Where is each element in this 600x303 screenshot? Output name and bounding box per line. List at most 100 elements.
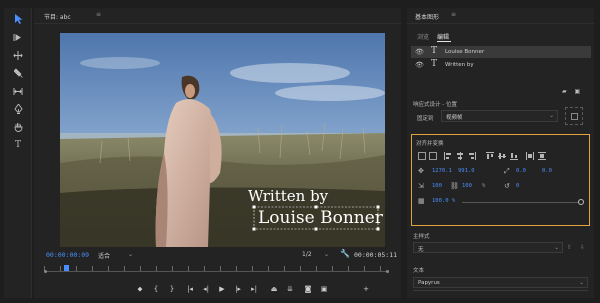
eye-visibility-icon[interactable]: 👁	[415, 48, 424, 56]
playhead[interactable]	[64, 265, 69, 271]
hand-tool-icon[interactable]	[10, 120, 26, 134]
pin-edges-center	[571, 113, 578, 120]
program-monitor: 节目: abc ≡ Written by Louise Bonner 00:00…	[34, 8, 401, 298]
selection-tool-icon[interactable]	[10, 12, 26, 26]
zoom-fit-select[interactable]: 适合	[98, 251, 110, 260]
position-y-value[interactable]: 991.0	[458, 168, 475, 174]
export-frame-icon[interactable]: ◙	[302, 283, 314, 295]
pen-tool-icon[interactable]	[10, 102, 26, 116]
align-middle-icon[interactable]	[498, 152, 506, 160]
tab-edit[interactable]: 编辑	[437, 32, 449, 41]
pin-to-select[interactable]: 视频帧 ⌄	[441, 110, 558, 122]
font-style-select[interactable]	[413, 290, 588, 298]
zoom-handle-right[interactable]	[386, 270, 389, 273]
extract-icon[interactable]: ⇊	[284, 283, 296, 295]
premiere-window: T 节目: abc ≡ Written by Louise Bonner 00:…	[0, 0, 600, 303]
step-forward-icon[interactable]: |▸	[232, 283, 244, 295]
align-bottom-icon[interactable]	[510, 152, 518, 160]
align-top-icon[interactable]	[486, 152, 494, 160]
essential-graphics-panel: 基本图形 ≡ 浏览 编辑 👁 T Louise Bonner 👁 T Writt…	[407, 8, 594, 298]
opacity-slider-track[interactable]	[462, 202, 580, 203]
scale-value[interactable]: 100	[432, 183, 442, 189]
panel-menu-icon[interactable]: ≡	[451, 11, 456, 18]
type-tool-icon[interactable]: T	[10, 138, 26, 152]
eye-visibility-icon[interactable]: 👁	[415, 61, 424, 69]
layer-item[interactable]: 👁 T Written by	[411, 59, 591, 71]
anchor-x-value[interactable]: 0.0	[516, 168, 526, 174]
essential-graphics-header: 基本图形 ≡	[407, 8, 594, 24]
ripple-edit-tool-icon[interactable]	[10, 48, 26, 62]
chevron-down-icon[interactable]: ⌄	[324, 251, 329, 258]
step-back-icon[interactable]: ◂|	[200, 283, 212, 295]
distribute-vertical-icon[interactable]	[538, 152, 546, 160]
opacity-icon: ▦	[418, 197, 425, 205]
layers-list: 👁 T Louise Bonner 👁 T Written by	[411, 46, 591, 76]
tab-browse[interactable]: 浏览	[417, 32, 429, 41]
chevron-down-icon[interactable]: ⌄	[128, 251, 133, 258]
rotation-icon: ↺	[504, 182, 510, 190]
title-line-2[interactable]: Louise Bonner	[258, 208, 384, 228]
slip-tool-icon[interactable]	[10, 84, 26, 98]
text-layer-icon: T	[431, 59, 438, 69]
link-icon[interactable]: ⛓	[450, 182, 459, 190]
chevron-down-icon: ⌄	[549, 113, 554, 119]
program-timebar: 00:00:00:09 适合 ⌄ 1/2 ⌄ 🔧 00:00:05:11	[34, 248, 401, 264]
essential-graphics-title[interactable]: 基本图形	[415, 12, 439, 21]
master-style-value: 无	[418, 247, 424, 253]
align-transform-title: 对齐并变换	[416, 141, 444, 147]
new-layer-icons: ▰ ▣	[562, 88, 580, 95]
align-left-icon[interactable]	[444, 152, 452, 160]
responsive-design-title: 响应式设计 - 位置	[413, 102, 457, 108]
title-line-1[interactable]: Written by	[248, 187, 329, 205]
new-layer-icon[interactable]: ▣	[575, 88, 581, 95]
time-ruler[interactable]	[44, 265, 389, 276]
distribute-horizontal-icon[interactable]	[526, 152, 534, 160]
add-marker-icon[interactable]: ⬥	[134, 283, 146, 295]
opacity-value[interactable]: 100.0 %	[432, 198, 455, 204]
panel-menu-icon[interactable]: ≡	[96, 11, 101, 18]
align-transform-section: 对齐并变换 ✥ 1270.1 991.0 ⤢ 0.0 0.0 ⇲ 100 ⛓ 1…	[411, 134, 590, 226]
program-monitor-title[interactable]: 节目: abc	[44, 12, 71, 21]
mark-in-icon[interactable]: {	[150, 283, 162, 295]
track-select-tool-icon[interactable]	[10, 30, 26, 44]
comparison-view-icon[interactable]: ▣	[318, 283, 330, 295]
essential-graphics-tabs: 浏览 编辑	[407, 30, 594, 42]
layer-item[interactable]: 👁 T Louise Bonner	[411, 46, 591, 58]
go-to-out-icon[interactable]: ▸|	[248, 283, 260, 295]
transport-controls: ⬥ { } |◂ ◂| ▶ |▸ ▸| ⏏ ⇊ ◙ ▣ +	[34, 282, 401, 296]
mark-out-icon[interactable]: }	[166, 283, 178, 295]
align-right-icon[interactable]	[468, 152, 476, 160]
sync-style-icon[interactable]: ⇩	[580, 244, 585, 251]
opacity-slider-knob[interactable]	[578, 199, 584, 205]
chevron-down-icon: ⌄	[579, 280, 584, 286]
zoom-handle-left[interactable]	[44, 270, 47, 273]
anchor-y-value[interactable]: 0.0	[542, 168, 552, 174]
current-timecode[interactable]: 00:00:00:09	[46, 251, 89, 259]
go-to-in-icon[interactable]: |◂	[184, 283, 196, 295]
font-family-value: Papyrus	[418, 280, 440, 286]
pin-edges-widget[interactable]	[565, 107, 583, 125]
active-tab-indicator	[437, 41, 451, 42]
duration-timecode: 00:00:05:11	[354, 251, 398, 259]
align-horizontal-center-icon[interactable]	[429, 152, 437, 160]
lift-icon[interactable]: ⏏	[268, 283, 280, 295]
scale-second-value[interactable]: 100	[462, 183, 472, 189]
master-style-select[interactable]: 无 ⌄	[413, 242, 563, 253]
master-style-title: 主样式	[413, 234, 430, 240]
razor-tool-icon[interactable]	[10, 66, 26, 80]
new-folder-icon[interactable]: ▰	[562, 88, 567, 95]
wrench-settings-icon[interactable]: 🔧	[340, 249, 350, 258]
rotation-value[interactable]: 0	[516, 183, 519, 189]
play-icon[interactable]: ▶	[216, 283, 228, 295]
position-x-value[interactable]: 1270.1	[432, 168, 452, 174]
playback-resolution-select[interactable]: 1/2	[302, 251, 312, 258]
button-editor-icon[interactable]: +	[360, 283, 372, 295]
font-family-select[interactable]: Papyrus ⌄	[413, 277, 588, 288]
align-vertical-center-icon[interactable]	[418, 152, 426, 160]
align-center-icon[interactable]	[456, 152, 464, 160]
pin-to-value: 视频帧	[446, 115, 463, 121]
text-layer-icon: T	[431, 46, 438, 56]
anchor-point-icon: ⤢	[504, 167, 510, 175]
video-frame[interactable]: Written by Louise Bonner	[60, 33, 385, 247]
push-style-icon[interactable]: ⇧	[567, 244, 572, 251]
